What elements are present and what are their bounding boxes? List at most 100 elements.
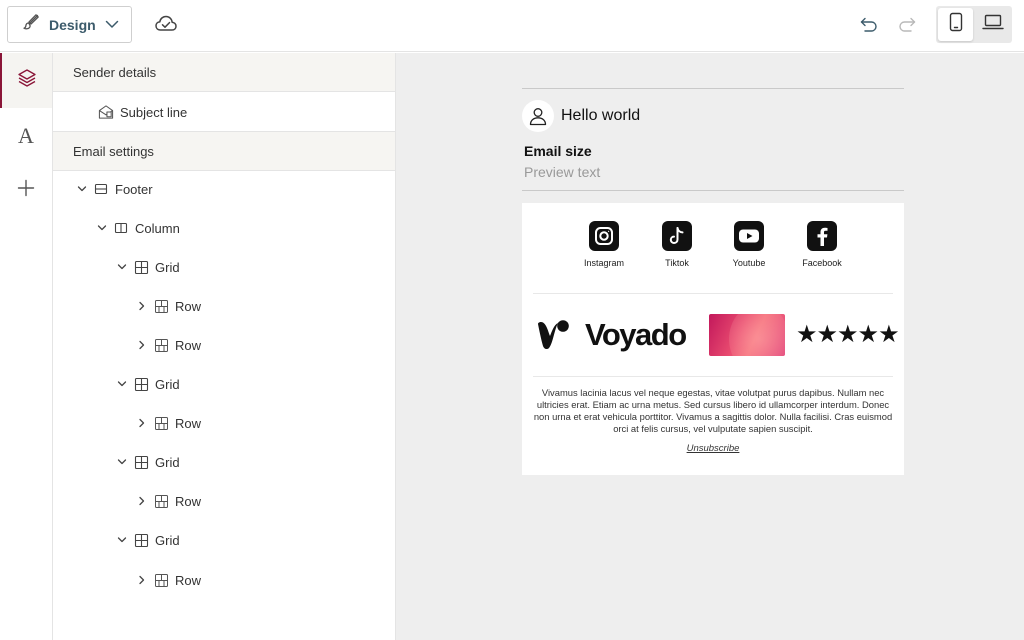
rail-typography-button[interactable]: A bbox=[0, 108, 52, 163]
email-size-label: Email size bbox=[524, 143, 592, 159]
unsubscribe-link[interactable]: Unsubscribe bbox=[522, 443, 904, 454]
laptop-icon bbox=[981, 14, 1004, 35]
tree-node-label: Column bbox=[135, 220, 180, 236]
subject-line-label: Subject line bbox=[120, 104, 188, 120]
tree-node-label: Grid bbox=[155, 454, 180, 470]
tree-node-row[interactable]: Row bbox=[135, 296, 201, 316]
column-icon bbox=[113, 222, 129, 234]
chevron-down-icon bbox=[105, 16, 119, 34]
tree-node-row[interactable]: Row bbox=[135, 335, 201, 355]
youtube-icon bbox=[734, 221, 764, 251]
chevron-right-icon[interactable] bbox=[135, 496, 149, 506]
device-preview-toggle bbox=[936, 6, 1012, 43]
rail-layers-button[interactable] bbox=[0, 53, 52, 108]
social-label: Tiktok bbox=[665, 258, 689, 268]
brush-icon bbox=[22, 13, 40, 36]
email-settings-section[interactable]: Email settings bbox=[53, 132, 395, 171]
row-icon bbox=[153, 573, 169, 588]
mobile-preview-button[interactable] bbox=[938, 8, 973, 41]
tiktok-icon bbox=[662, 221, 692, 251]
tree-node-column[interactable]: Column bbox=[95, 218, 180, 238]
row-icon bbox=[153, 338, 169, 353]
social-links-row: Instagram Tiktok Youtube Facebook bbox=[522, 221, 904, 277]
social-link-tiktok[interactable]: Tiktok bbox=[642, 221, 712, 268]
rating-stars: ★★★★★ bbox=[796, 321, 900, 348]
chevron-right-icon[interactable] bbox=[135, 418, 149, 428]
chevron-down-icon[interactable] bbox=[75, 185, 89, 193]
voyado-logo-mark-icon bbox=[536, 319, 572, 356]
preview-text: Preview text bbox=[524, 164, 601, 180]
section-icon bbox=[93, 183, 109, 195]
layer-tree-panel: Sender details Subject line Email settin… bbox=[53, 53, 396, 640]
sender-details-section[interactable]: Sender details bbox=[53, 53, 395, 92]
tree-node-label: Row bbox=[175, 572, 202, 588]
tree-node-label: Row bbox=[175, 298, 202, 314]
social-label: Instagram bbox=[583, 258, 625, 268]
brand-name: Voyado bbox=[585, 317, 687, 352]
email-preview: Hello world Email size Preview text Inst… bbox=[522, 88, 904, 475]
chevron-down-icon[interactable] bbox=[115, 380, 129, 388]
subject-line-item[interactable]: Subject line bbox=[53, 92, 395, 132]
top-toolbar: Design bbox=[0, 0, 1024, 52]
tree-node-row[interactable]: Row bbox=[135, 413, 201, 433]
tree-node-label: Grid bbox=[155, 532, 180, 548]
sender-details-label: Sender details bbox=[73, 64, 157, 80]
email-preview-canvas: Hello world Email size Preview text Inst… bbox=[396, 53, 1024, 640]
desktop-preview-button[interactable] bbox=[975, 8, 1010, 41]
tree-node-label: Row bbox=[175, 415, 202, 431]
plus-icon bbox=[17, 179, 35, 202]
subject-line-node: Subject line bbox=[94, 102, 187, 122]
sender-row: Hello world bbox=[522, 89, 904, 143]
row-icon bbox=[153, 416, 169, 431]
tree-node-label: Row bbox=[175, 493, 202, 509]
tree-node-label: Grid bbox=[155, 259, 180, 275]
user-avatar-icon bbox=[522, 100, 554, 132]
tree-node-grid[interactable]: Grid bbox=[115, 530, 180, 550]
brand-gradient-image bbox=[709, 314, 785, 356]
chevron-right-icon[interactable] bbox=[135, 301, 149, 311]
social-label: Youtube bbox=[732, 258, 766, 268]
email-footer-block[interactable]: Instagram Tiktok Youtube Facebook Voyado… bbox=[522, 203, 904, 475]
social-link-instagram[interactable]: Instagram bbox=[569, 221, 639, 268]
social-link-facebook[interactable]: Facebook bbox=[787, 221, 857, 268]
footer-divider bbox=[533, 293, 893, 294]
layers-icon bbox=[16, 67, 38, 94]
tree-node-label: Row bbox=[175, 337, 202, 353]
tree-node-label: Footer bbox=[115, 181, 153, 197]
grid-icon bbox=[133, 533, 149, 548]
footer-body-text: Vivamus lacinia lacus vel neque egestas,… bbox=[533, 387, 893, 434]
undo-icon[interactable] bbox=[859, 15, 879, 40]
redo-icon[interactable] bbox=[897, 15, 917, 40]
grid-icon bbox=[133, 260, 149, 275]
row-icon bbox=[153, 299, 169, 314]
instagram-icon bbox=[589, 221, 619, 251]
social-link-youtube[interactable]: Youtube bbox=[714, 221, 784, 268]
chevron-down-icon[interactable] bbox=[115, 458, 129, 466]
brand-row: Voyado ★★★★★ bbox=[522, 313, 904, 357]
tree-node-label: Grid bbox=[155, 376, 180, 392]
design-mode-dropdown[interactable]: Design bbox=[7, 6, 132, 43]
design-mode-label: Design bbox=[49, 16, 96, 33]
divider bbox=[522, 190, 904, 191]
mobile-icon bbox=[949, 12, 963, 37]
chevron-right-icon[interactable] bbox=[135, 340, 149, 350]
tree-node-grid[interactable]: Grid bbox=[115, 257, 180, 277]
email-settings-label: Email settings bbox=[73, 143, 154, 159]
sender-name: Hello world bbox=[561, 107, 641, 124]
chevron-down-icon[interactable] bbox=[115, 263, 129, 271]
left-icon-rail: A bbox=[0, 53, 53, 640]
tree-node-grid[interactable]: Grid bbox=[115, 374, 180, 394]
chevron-right-icon[interactable] bbox=[135, 575, 149, 585]
row-icon bbox=[153, 494, 169, 509]
typography-icon: A bbox=[18, 122, 34, 148]
tree-node-row[interactable]: Row bbox=[135, 570, 201, 590]
social-label: Facebook bbox=[802, 258, 842, 268]
rail-add-button[interactable] bbox=[0, 163, 52, 218]
tree-node-grid[interactable]: Grid bbox=[115, 452, 180, 472]
tree-node-row[interactable]: Row bbox=[135, 491, 201, 511]
chevron-down-icon[interactable] bbox=[115, 536, 129, 544]
chevron-down-icon[interactable] bbox=[95, 224, 109, 232]
cloud-check-icon[interactable] bbox=[154, 13, 178, 40]
tree-node-footer[interactable]: Footer bbox=[75, 179, 153, 199]
grid-icon bbox=[133, 455, 149, 470]
